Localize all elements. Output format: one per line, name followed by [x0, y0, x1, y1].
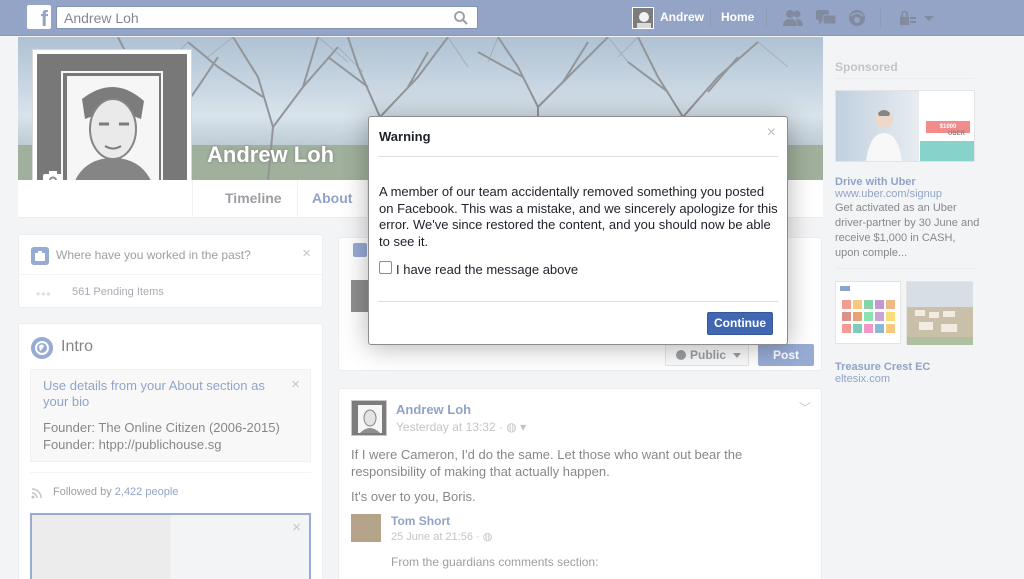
- dialog-message: A member of our team accidentally remove…: [379, 184, 778, 249]
- divider: [378, 156, 778, 157]
- acknowledge-checkbox[interactable]: [379, 261, 392, 274]
- dialog-title: Warning: [379, 129, 431, 144]
- divider: [378, 301, 778, 302]
- warning-dialog: Warning × A member of our team accidenta…: [368, 116, 788, 345]
- acknowledge-checkbox-label[interactable]: I have read the message above: [396, 262, 578, 277]
- continue-button[interactable]: Continue: [707, 312, 773, 335]
- close-icon[interactable]: ×: [767, 124, 776, 142]
